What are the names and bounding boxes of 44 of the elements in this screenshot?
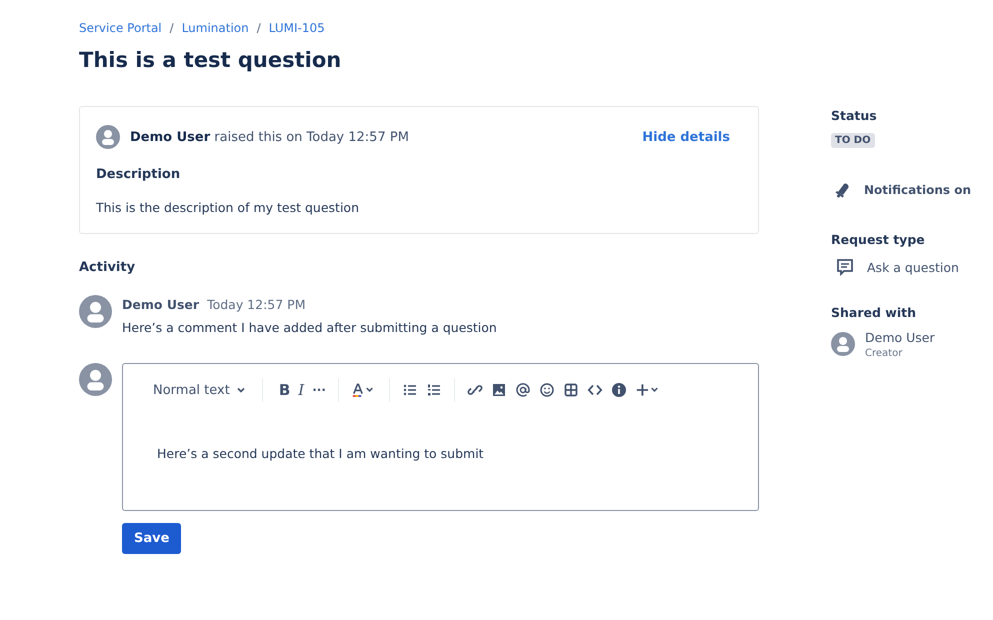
emoji-icon[interactable] bbox=[538, 382, 555, 398]
comment-time: Today 12:57 PM bbox=[207, 297, 306, 312]
breadcrumb-separator: / bbox=[170, 21, 174, 35]
numbered-list-icon[interactable] bbox=[426, 382, 442, 398]
description-label: Description bbox=[96, 167, 182, 182]
status-badge: TO DO bbox=[831, 133, 875, 148]
editor-text: Here’s a second update that I am wanting to submit bbox=[156, 445, 485, 461]
avatar-icon bbox=[79, 363, 112, 396]
italic-button[interactable]: I bbox=[298, 381, 304, 399]
avatar-icon bbox=[831, 332, 855, 356]
mention-icon[interactable] bbox=[514, 382, 531, 398]
breadcrumb-link[interactable]: Service Portal bbox=[79, 21, 162, 35]
raised-by-text: Demo User raised this on Today 12:57 PM bbox=[130, 130, 409, 144]
breadcrumb-link[interactable]: LUMI-105 bbox=[268, 21, 325, 35]
shared-user-name: Demo User bbox=[865, 330, 935, 345]
code-icon[interactable] bbox=[586, 382, 603, 398]
table-icon[interactable] bbox=[562, 382, 579, 398]
breadcrumb-separator: / bbox=[256, 21, 261, 35]
avatar-icon bbox=[96, 125, 120, 149]
request-type-label: Request type bbox=[831, 232, 926, 247]
caret-icon bbox=[236, 385, 246, 395]
link-icon[interactable] bbox=[466, 382, 483, 398]
save-button[interactable]: Save bbox=[122, 523, 182, 554]
shared-with-label: Shared with bbox=[831, 305, 917, 320]
shared-user-role: Creator bbox=[865, 348, 904, 359]
comment-author: Demo User bbox=[122, 297, 200, 312]
comment-editor[interactable]: Normal text B I ··· Here’s a second update that I am wanting to submit bbox=[122, 363, 759, 511]
hide-details-link[interactable]: Hide details bbox=[642, 130, 730, 144]
comment-text: Here’s a comment I have added after submitting a question bbox=[122, 320, 498, 335]
comment-icon bbox=[835, 257, 855, 277]
more-formatting-button[interactable]: ··· bbox=[312, 383, 326, 397]
bold-button[interactable]: B bbox=[278, 381, 290, 399]
page-title: This is a test question bbox=[79, 48, 342, 72]
image-icon[interactable] bbox=[490, 382, 507, 398]
activity-heading: Activity bbox=[79, 260, 136, 275]
status-label: Status bbox=[831, 108, 878, 123]
description-text: This is the description of my test question bbox=[96, 200, 360, 215]
bullet-list-icon[interactable] bbox=[402, 382, 418, 398]
text-style-dropdown[interactable]: Normal text bbox=[153, 382, 246, 398]
notifications-toggle[interactable]: Notifications on bbox=[864, 183, 971, 197]
info-icon[interactable] bbox=[610, 382, 627, 398]
avatar-icon bbox=[79, 295, 112, 328]
breadcrumb-link[interactable]: Lumination bbox=[182, 21, 249, 35]
request-type-value: Ask a question bbox=[867, 260, 959, 274]
